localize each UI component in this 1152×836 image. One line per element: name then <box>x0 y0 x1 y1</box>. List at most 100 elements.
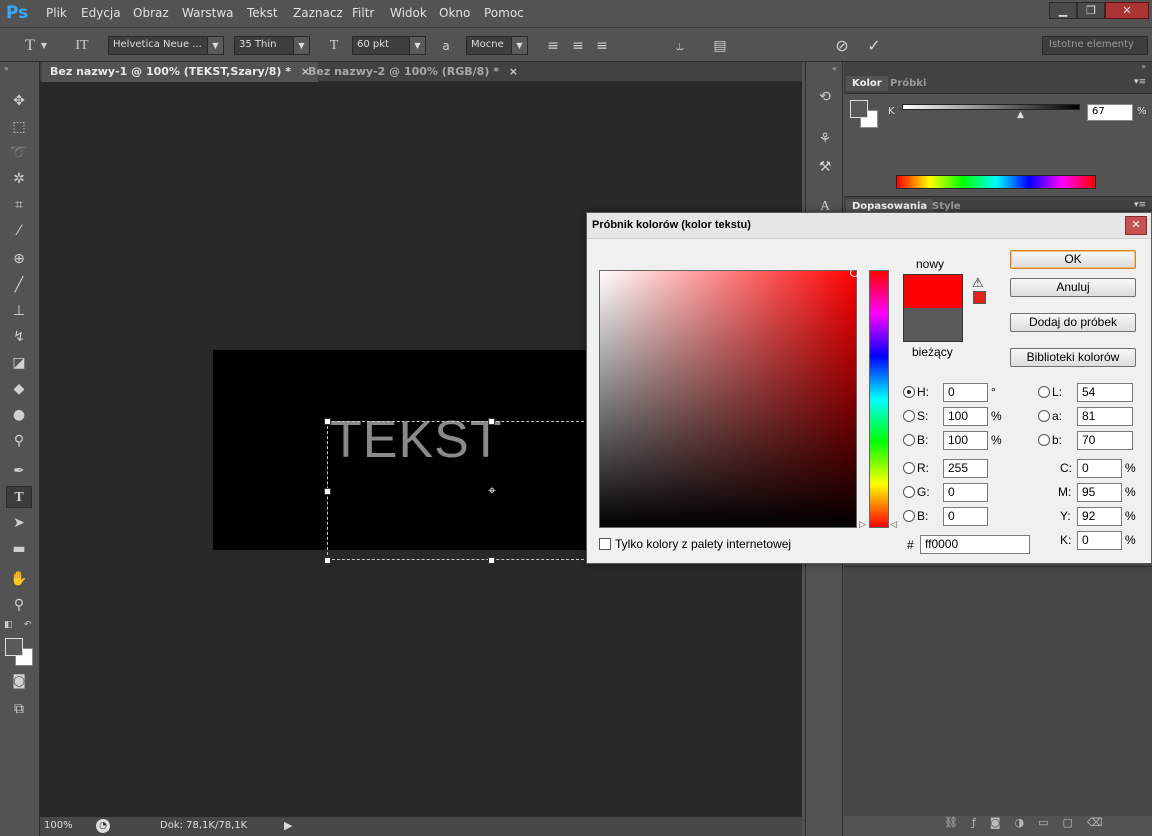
cancel-edit-icon[interactable]: ⊘ <box>832 36 852 56</box>
color-field-marker[interactable] <box>850 268 859 277</box>
font-size-select[interactable]: 60 pkt ▼ <box>352 36 426 55</box>
restore-button[interactable]: ❐ <box>1077 2 1105 19</box>
a-input[interactable]: 81 <box>1077 407 1133 426</box>
menu-obraz[interactable]: Obraz <box>133 6 169 20</box>
hand-tool-icon[interactable]: ✋ <box>6 568 32 590</box>
close-window-button[interactable]: ✕ <box>1105 2 1149 19</box>
status-arrow-icon[interactable]: ▶ <box>284 819 292 832</box>
tab-probki[interactable]: Próbki <box>884 76 932 91</box>
collapse-panels-icon[interactable]: » <box>1141 62 1146 71</box>
transform-handle[interactable] <box>324 418 331 425</box>
character-panel-icon[interactable]: ▤ <box>710 36 730 56</box>
tab-document-1[interactable]: Bez nazwy-1 @ 100% (TEKST,Szary/8) * × <box>42 62 319 82</box>
blur-tool-icon[interactable]: ● <box>6 404 32 426</box>
chevron-down-icon[interactable]: ▼ <box>38 36 50 56</box>
k-slider-track[interactable] <box>902 104 1080 110</box>
type-tool-icon[interactable]: T <box>6 486 32 508</box>
transform-handle[interactable] <box>324 488 331 495</box>
transform-handle[interactable] <box>324 557 331 564</box>
transform-handle[interactable] <box>488 418 495 425</box>
eraser-tool-icon[interactable]: ◪ <box>6 352 32 374</box>
reference-point-icon[interactable]: ⌖ <box>484 483 500 499</box>
s-input[interactable]: 100 <box>943 407 988 426</box>
menu-warstwa[interactable]: Warstwa <box>182 6 234 20</box>
panel-menu-icon[interactable]: ▾≡ <box>1134 77 1146 87</box>
menu-plik[interactable]: Plik <box>46 6 67 20</box>
rectangle-tool-icon[interactable]: ▬ <box>6 538 32 560</box>
hue-slider[interactable] <box>869 270 889 528</box>
gamut-warning-icon[interactable]: ⚠ <box>972 275 984 291</box>
hue-slider-thumb-left[interactable]: ▷ <box>859 519 866 530</box>
y-input[interactable]: 92 <box>1077 507 1122 526</box>
collapse-dock-icon[interactable]: « <box>832 64 837 73</box>
minimize-button[interactable]: ▁ <box>1049 2 1077 19</box>
align-center-icon[interactable]: ≡ <box>568 36 588 56</box>
l-input[interactable]: 54 <box>1077 383 1133 402</box>
radio-r[interactable] <box>903 462 915 474</box>
status-menu-icon[interactable]: ◔ <box>96 819 110 833</box>
warp-text-icon[interactable]: ⥿ <box>670 36 690 56</box>
radio-lab-b[interactable] <box>1038 434 1050 446</box>
hex-input[interactable]: ff0000 <box>920 535 1030 554</box>
quick-mask-icon[interactable]: ◙ <box>6 670 32 692</box>
type-tool-preset-icon[interactable]: T <box>20 36 40 56</box>
transform-handle[interactable] <box>488 557 495 564</box>
align-right-icon[interactable]: ≡ <box>592 36 612 56</box>
commit-edit-icon[interactable]: ✓ <box>864 36 884 56</box>
dialog-title-bar[interactable]: Próbnik kolorów (kolor tekstu) ✕ <box>587 213 1151 239</box>
path-selection-tool-icon[interactable]: ➤ <box>6 512 32 534</box>
menu-pomoc[interactable]: Pomoc <box>484 6 524 20</box>
menu-tekst[interactable]: Tekst <box>247 6 278 20</box>
ok-button[interactable]: OK <box>1010 250 1136 269</box>
radio-h[interactable] <box>903 386 915 398</box>
lab-b-input[interactable]: 70 <box>1077 431 1133 450</box>
screen-mode-icon[interactable]: ⧉ <box>6 698 32 720</box>
panel-menu-icon[interactable]: ▾≡ <box>1134 200 1146 210</box>
menu-okno[interactable]: Okno <box>439 6 470 20</box>
k-slider-thumb[interactable]: ▲ <box>1017 110 1024 120</box>
healing-brush-tool-icon[interactable]: ⊕ <box>6 248 32 270</box>
foreground-color-swatch-top[interactable] <box>5 638 23 656</box>
font-style-select[interactable]: 35 Thin ▼ <box>234 36 310 55</box>
pen-tool-icon[interactable]: ✒ <box>6 460 32 482</box>
cancel-button[interactable]: Anuluj <box>1010 278 1136 297</box>
hue-slider-thumb-right[interactable]: ◁ <box>890 519 897 530</box>
tab-document-2[interactable]: Bez nazwy-2 @ 100% (RGB/8) * × <box>300 62 526 82</box>
move-tool-icon[interactable]: ✥ <box>6 90 32 112</box>
r-input[interactable]: 255 <box>943 459 988 478</box>
brush-tool-icon[interactable]: ╱ <box>6 274 32 296</box>
radio-brightness[interactable] <box>903 434 915 446</box>
default-colors-icon[interactable]: ◧ <box>4 620 13 630</box>
menu-filtr[interactable]: Filtr <box>352 6 374 20</box>
history-brush-tool-icon[interactable]: ↯ <box>6 326 32 348</box>
clone-stamp-tool-icon[interactable]: ⊥ <box>6 300 32 322</box>
text-bounding-box[interactable] <box>327 421 589 560</box>
radio-blue[interactable] <box>903 510 915 522</box>
toggle-orientation-icon[interactable]: IT <box>72 36 92 56</box>
radio-l[interactable] <box>1038 386 1050 398</box>
k-cmyk-input[interactable]: 0 <box>1077 531 1122 550</box>
color-spectrum-bar[interactable] <box>896 175 1096 189</box>
h-input[interactable]: 0 <box>943 383 988 402</box>
dodge-tool-icon[interactable]: ⚲ <box>6 430 32 452</box>
swap-colors-icon[interactable]: ↶ <box>24 620 32 630</box>
panel-foreground-swatch-top[interactable] <box>850 100 868 118</box>
color-libraries-button[interactable]: Biblioteki kolorów <box>1010 348 1136 367</box>
radio-a[interactable] <box>1038 410 1050 422</box>
crop-tool-icon[interactable]: ⌗ <box>6 194 32 216</box>
add-to-swatches-button[interactable]: Dodaj do próbek <box>1010 313 1136 332</box>
dialog-close-button[interactable]: ✕ <box>1125 216 1147 235</box>
workspace-selector[interactable]: Istotne elementy <box>1042 36 1148 55</box>
marquee-tool-icon[interactable]: ⬚ <box>6 116 32 138</box>
align-left-icon[interactable]: ≡ <box>543 36 563 56</box>
g-input[interactable]: 0 <box>943 483 988 502</box>
paint-bucket-tool-icon[interactable]: ◆ <box>6 378 32 400</box>
color-field[interactable] <box>599 270 857 528</box>
font-family-select[interactable]: Helvetica Neue ... ▼ <box>108 36 224 55</box>
brush-presets-icon[interactable]: ⚘ <box>814 128 836 150</box>
close-icon[interactable]: × <box>509 65 518 78</box>
k-value-input[interactable]: 67 <box>1087 104 1133 121</box>
history-panel-icon[interactable]: ⟲ <box>814 86 836 108</box>
magic-wand-tool-icon[interactable]: ✲ <box>6 168 32 190</box>
zoom-tool-icon[interactable]: ⚲ <box>6 594 32 616</box>
